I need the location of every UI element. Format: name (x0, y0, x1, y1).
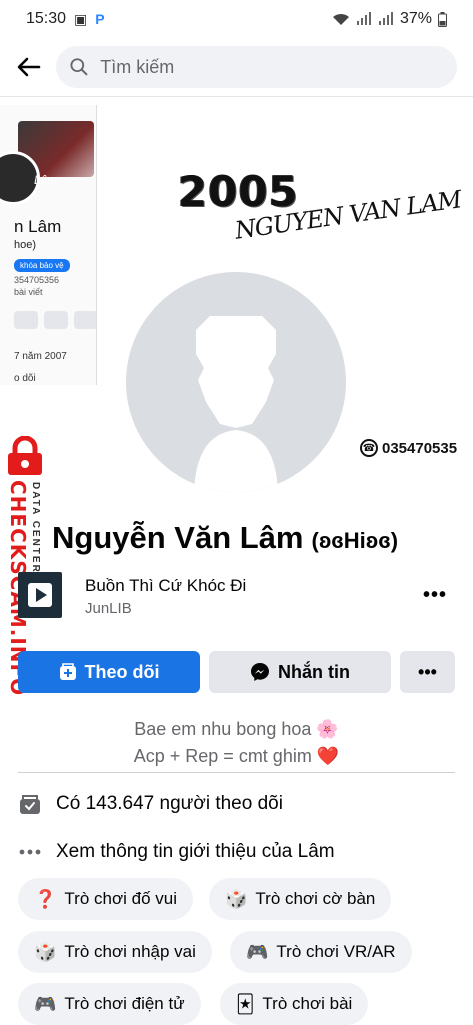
music-more-button[interactable]: ••• (423, 584, 447, 607)
bio-line-1: Bae em nhu bong hoa 🌸 (134, 719, 339, 739)
follow-label: Theo dõi (84, 661, 160, 682)
bio-line-2: Acp + Rep = cmt ghim ❤️ (133, 746, 340, 766)
cover-year-text: 2005 (178, 167, 299, 216)
question-mark-icon: ❓ (34, 888, 57, 909)
search-input[interactable] (98, 55, 443, 79)
status-time: 15:30 (26, 10, 67, 27)
profile-actions: Theo dõi Nhắn tin ••• (18, 651, 455, 693)
chip-label: Trò chơi đố vui (64, 889, 177, 908)
divider (18, 772, 455, 773)
lock-icon (8, 436, 42, 475)
dice-icon: 🎲 (34, 941, 57, 962)
chip-board-games[interactable]: 🎲 Trò chơi cờ bàn (209, 878, 392, 920)
follow-button[interactable]: Theo dõi (18, 651, 200, 693)
signal-icon-2 (378, 12, 393, 25)
preview-lock-badge: khóa bảo vệ (14, 259, 70, 272)
search-header (0, 42, 473, 92)
search-icon (70, 58, 88, 76)
chip-label: Trò chơi cờ bàn (255, 889, 376, 908)
watermark-subtext: DATA CENTER (30, 482, 41, 574)
chip-label: Trò chơi nhập vai (64, 942, 196, 961)
profile-name: Nguyễn Văn Lâm (52, 520, 304, 555)
phone-icon: ☎ (360, 439, 378, 457)
preview-posts: bài viết (14, 287, 43, 297)
app-p-icon: P (95, 11, 105, 27)
preview-pic-label: Lâm (34, 173, 58, 187)
chip-label: Trò chơi bài (262, 994, 353, 1013)
music-title: Buồn Thì Cứ Khóc Đi (85, 576, 247, 595)
checkscam-watermark: CHECKSCAM.INFO DATA CENTER (2, 436, 50, 696)
messenger-icon (251, 663, 269, 681)
profile-avatar[interactable] (122, 268, 350, 496)
joker-card-icon: 🃏 (236, 993, 255, 1014)
gallery-icon: ▣ (74, 10, 88, 27)
preview-buttons (14, 311, 96, 329)
cover-phone-screenshot: Lâm n Lâm hoe) khóa bảo vệ 354705356 bài… (0, 105, 97, 385)
preview-nick: hoe) (14, 239, 37, 251)
more-dots-icon (18, 840, 42, 864)
more-options-button[interactable]: ••• (400, 651, 455, 693)
add-follow-icon (59, 663, 76, 680)
profile-nickname: (ʚɞHiʚɞ) (311, 528, 399, 553)
profile-bio: Bae em nhu bong hoa 🌸 Acp + Rep = cmt gh… (0, 716, 473, 770)
preview-name: n Lâm (14, 217, 62, 236)
chip-video-games[interactable]: 🎮 Trò chơi điện tử (18, 983, 201, 1025)
followers-text: Có 143.647 người theo dõi (56, 793, 283, 814)
wifi-icon (332, 13, 349, 25)
battery-percent: 37% (399, 10, 432, 27)
cover-phone-text: 035470535 (382, 439, 458, 457)
message-label: Nhắn tin (278, 661, 350, 682)
preview-date: 7 năm 2007 (14, 351, 67, 362)
search-box[interactable] (56, 46, 457, 88)
profile-music[interactable]: Buồn Thì Cứ Khóc Đi JunLIB ••• (18, 572, 458, 620)
followers-row[interactable]: Có 143.647 người theo dõi (18, 792, 283, 816)
chip-card-games[interactable]: 🃏 Trò chơi bài (220, 983, 369, 1025)
preview-phone: 354705356 (14, 275, 60, 285)
battery-icon (438, 11, 447, 27)
chip-role-playing-games[interactable]: 🎲 Trò chơi nhập vai (18, 931, 212, 973)
dice-icon: 🎲 (225, 888, 248, 909)
about-text: Xem thông tin giới thiệu của Lâm (56, 841, 335, 862)
music-artist: JunLIB (85, 600, 132, 617)
music-play-icon[interactable] (18, 572, 62, 618)
default-avatar-silhouette (126, 272, 346, 492)
profile-name-row: Nguyễn Văn Lâm (ʚɞHiʚɞ) (52, 520, 398, 556)
preview-follow: o dõi (14, 373, 36, 384)
cover-phone-number: ☎ 035470535 (360, 439, 457, 457)
followers-icon (18, 792, 42, 816)
signal-icon (356, 12, 371, 25)
chip-label: Trò chơi VR/AR (276, 942, 396, 961)
gamepad-icon: 🎮 (34, 993, 57, 1014)
message-button[interactable]: Nhắn tin (209, 651, 391, 693)
chip-label: Trò chơi điện tử (64, 994, 185, 1013)
about-row[interactable]: Xem thông tin giới thiệu của Lâm (18, 840, 335, 864)
status-bar: 15:30 ▣ P 37% (0, 0, 473, 38)
back-arrow-icon[interactable] (16, 54, 42, 80)
chip-quiz-games[interactable]: ❓ Trò chơi đố vui (18, 878, 193, 920)
gamepad-icon: 🎮 (246, 941, 269, 962)
chip-vr-ar-games[interactable]: 🎮 Trò chơi VR/AR (230, 931, 412, 973)
